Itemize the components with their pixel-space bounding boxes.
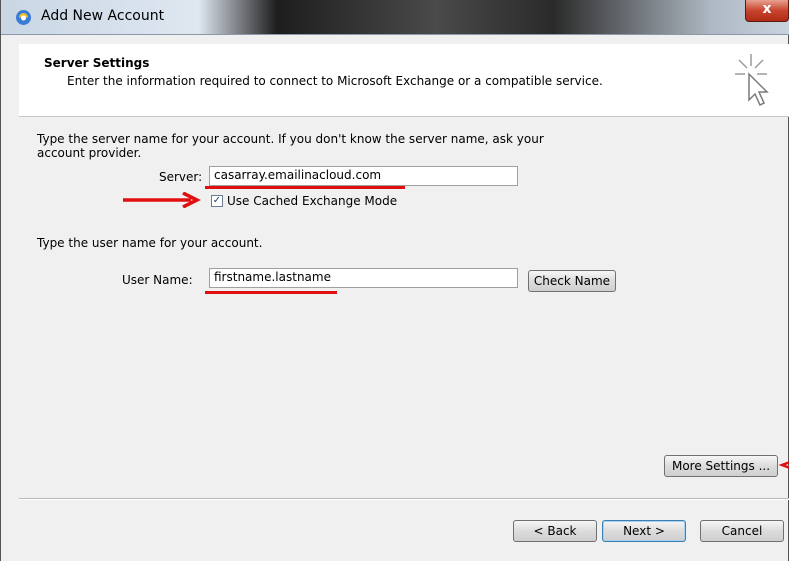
annotation-arrow-icon bbox=[123, 192, 201, 208]
user-instructions: Type the user name for your account. bbox=[37, 236, 263, 250]
cached-mode-label: Use Cached Exchange Mode bbox=[227, 194, 398, 208]
user-name-input-value: firstname.lastname bbox=[214, 270, 331, 284]
check-name-button[interactable]: Check Name bbox=[528, 270, 616, 292]
back-button[interactable]: < Back bbox=[513, 520, 597, 542]
next-button[interactable]: Next > bbox=[602, 520, 686, 542]
cancel-button[interactable]: Cancel bbox=[700, 520, 784, 542]
more-settings-button[interactable]: More Settings ... bbox=[664, 455, 778, 477]
window-title: Add New Account bbox=[41, 8, 165, 24]
annotation-pointer-icon bbox=[778, 461, 789, 469]
footer-divider-highlight bbox=[19, 499, 789, 500]
server-input-value: casarray.emailinacloud.com bbox=[214, 168, 382, 182]
server-input[interactable]: casarray.emailinacloud.com bbox=[209, 166, 518, 186]
outlook-icon bbox=[16, 10, 31, 25]
server-label-text: Server: bbox=[159, 170, 203, 184]
cached-mode-checkbox[interactable]: ✓ bbox=[211, 195, 223, 207]
annotation-underline-user bbox=[205, 291, 337, 294]
user-name-input[interactable]: firstname.lastname bbox=[209, 268, 518, 288]
server-label: Server: bbox=[159, 170, 202, 184]
cursor-click-icon bbox=[735, 54, 769, 107]
page-title: Server Settings bbox=[44, 56, 150, 70]
header-panel: Server Settings Enter the information re… bbox=[19, 44, 789, 117]
server-instructions-line1: Type the server name for your account. I… bbox=[37, 132, 544, 146]
title-bar: Add New Account x bbox=[1, 0, 789, 35]
page-description: Enter the information required to connec… bbox=[67, 74, 603, 88]
close-button[interactable]: x bbox=[745, 0, 789, 22]
add-account-dialog: Add New Account x Server Settings Enter … bbox=[0, 0, 789, 561]
annotation-underline-server bbox=[205, 186, 405, 189]
user-name-label: User Name: bbox=[122, 273, 193, 287]
server-instructions-line2: account provider. bbox=[37, 146, 142, 160]
content-area: Type the server name for your account. I… bbox=[19, 116, 789, 486]
